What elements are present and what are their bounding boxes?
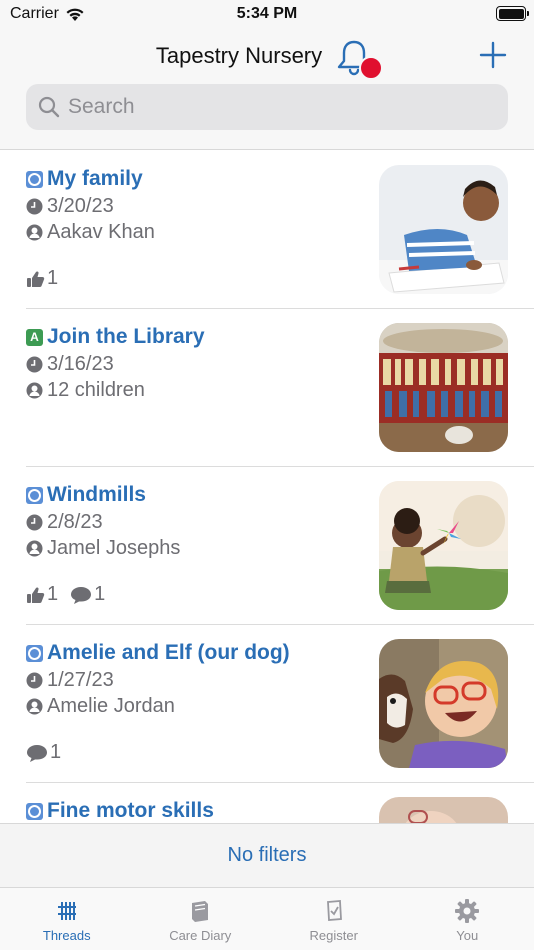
like-count-value: 1 — [47, 267, 59, 289]
status-time: 5:34 PM — [236, 5, 298, 22]
observation-icon — [26, 644, 43, 662]
tab-label: You — [456, 928, 479, 943]
like-count[interactable]: 1 — [26, 583, 58, 606]
clock-icon — [26, 672, 43, 688]
thread-row[interactable]: Windmills 2/8/23 Jamel Josephs 1 1 — [26, 467, 534, 625]
comment-count-value: 1 — [50, 741, 62, 763]
tab-label: Care Diary — [169, 928, 232, 943]
person-icon — [26, 382, 43, 398]
thread-row[interactable]: A Join the Library 3/16/23 12 children — [26, 309, 534, 467]
observation-icon — [26, 170, 43, 188]
thread-row[interactable]: Fine motor skills — [26, 783, 534, 823]
like-count-value: 1 — [47, 583, 59, 605]
gear-icon — [455, 899, 480, 923]
person-icon — [26, 224, 43, 240]
thread-date: 3/20/23 — [47, 194, 114, 217]
filter-button[interactable]: No filters — [228, 844, 307, 867]
clock-icon — [26, 356, 43, 372]
nav-header: Tapestry Nursery — [0, 30, 534, 150]
thread-thumbnail[interactable] — [379, 639, 508, 768]
reactions: 1 1 — [26, 583, 105, 606]
tab-label: Threads — [42, 928, 91, 943]
like-count[interactable]: 1 — [26, 267, 58, 290]
comment-icon — [27, 744, 47, 762]
comment-count-value: 1 — [94, 583, 106, 605]
status-bar: Carrier 5:34 PM — [0, 0, 534, 30]
observation-icon — [26, 486, 43, 504]
search-bar[interactable] — [26, 84, 508, 130]
comment-count[interactable]: 1 — [26, 741, 61, 764]
thread-title[interactable]: My family — [47, 167, 143, 191]
book-icon — [192, 901, 209, 922]
thread-date: 1/27/23 — [47, 668, 114, 691]
thread-person: Jamel Josephs — [47, 536, 181, 559]
thread-title[interactable]: Join the Library — [47, 325, 205, 349]
battery-icon — [496, 6, 529, 21]
thumbs-up-icon — [27, 271, 45, 287]
tab-threads[interactable]: Threads — [0, 888, 134, 950]
filter-bar[interactable]: No filters — [0, 823, 534, 887]
tab-care-diary[interactable]: Care Diary — [134, 888, 268, 950]
clock-icon — [26, 198, 43, 214]
observation-icon — [26, 802, 43, 820]
reactions: 1 — [26, 741, 61, 764]
threads-icon — [57, 902, 76, 920]
search-icon — [38, 96, 60, 118]
person-icon — [26, 540, 43, 556]
thread-title[interactable]: Amelie and Elf (our dog) — [47, 641, 290, 665]
thread-date: 2/8/23 — [47, 510, 103, 533]
search-input[interactable] — [68, 95, 488, 119]
tab-label: Register — [309, 928, 358, 943]
thread-date: 3/16/23 — [47, 352, 114, 375]
thread-title[interactable]: Fine motor skills — [47, 799, 214, 823]
tab-you[interactable]: You — [401, 888, 534, 950]
thread-person: Aakav Khan — [47, 220, 155, 243]
person-icon — [26, 698, 43, 714]
thread-person: Amelie Jordan — [47, 694, 175, 717]
thread-thumbnail[interactable] — [379, 797, 508, 823]
tab-bar: Threads Care Diary Register You — [0, 887, 534, 950]
clock-icon — [26, 514, 43, 530]
thread-thumbnail[interactable] — [379, 323, 508, 452]
page-title: Tapestry Nursery — [155, 43, 323, 68]
comment-count[interactable]: 1 — [70, 583, 105, 606]
thread-thumbnail[interactable] — [379, 481, 508, 610]
thread-person: 12 children — [47, 378, 145, 401]
thread-title[interactable]: Windmills — [47, 483, 146, 507]
plus-icon[interactable] — [478, 40, 508, 70]
reactions: 1 — [26, 267, 58, 290]
thread-row[interactable]: Amelie and Elf (our dog) 1/27/23 Amelie … — [26, 625, 534, 783]
thumbs-up-icon — [27, 587, 45, 603]
register-icon — [326, 900, 342, 921]
thread-list[interactable]: My family 3/20/23 Aakav Khan 1 A Join th… — [0, 151, 534, 823]
activity-icon: A — [26, 328, 43, 346]
tab-register[interactable]: Register — [267, 888, 401, 950]
thread-row[interactable]: My family 3/20/23 Aakav Khan 1 — [26, 151, 534, 309]
thread-thumbnail[interactable] — [379, 165, 508, 294]
notification-badge — [359, 56, 383, 80]
comment-icon — [71, 586, 92, 604]
